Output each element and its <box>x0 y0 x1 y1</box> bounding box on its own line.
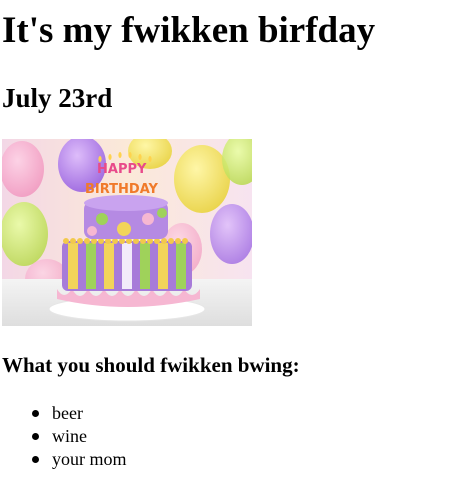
bullet-icon <box>32 433 39 440</box>
page-title: It's my fwikken birfday <box>2 10 376 51</box>
list-item: your mom <box>32 448 127 471</box>
birthday-cake-image: HAPPY BIRTHDAY <box>2 139 252 326</box>
list-item-label: beer <box>52 403 83 423</box>
list-item: wine <box>32 425 127 448</box>
list-item: beer <box>32 402 127 425</box>
candle-letters-top: HAPPY <box>97 162 147 177</box>
list-item-label: your mom <box>52 449 127 469</box>
list-item-label: wine <box>52 426 87 446</box>
bullet-icon <box>32 410 39 417</box>
page: It's my fwikken birfday July 23rd HAPPY … <box>0 0 460 485</box>
bring-list: beer wine your mom <box>32 402 127 471</box>
event-date: July 23rd <box>2 83 113 113</box>
list-heading: What you should fwikken bwing: <box>2 353 300 377</box>
bullet-icon <box>32 456 39 463</box>
candle-letters-bottom: BIRTHDAY <box>85 182 159 197</box>
